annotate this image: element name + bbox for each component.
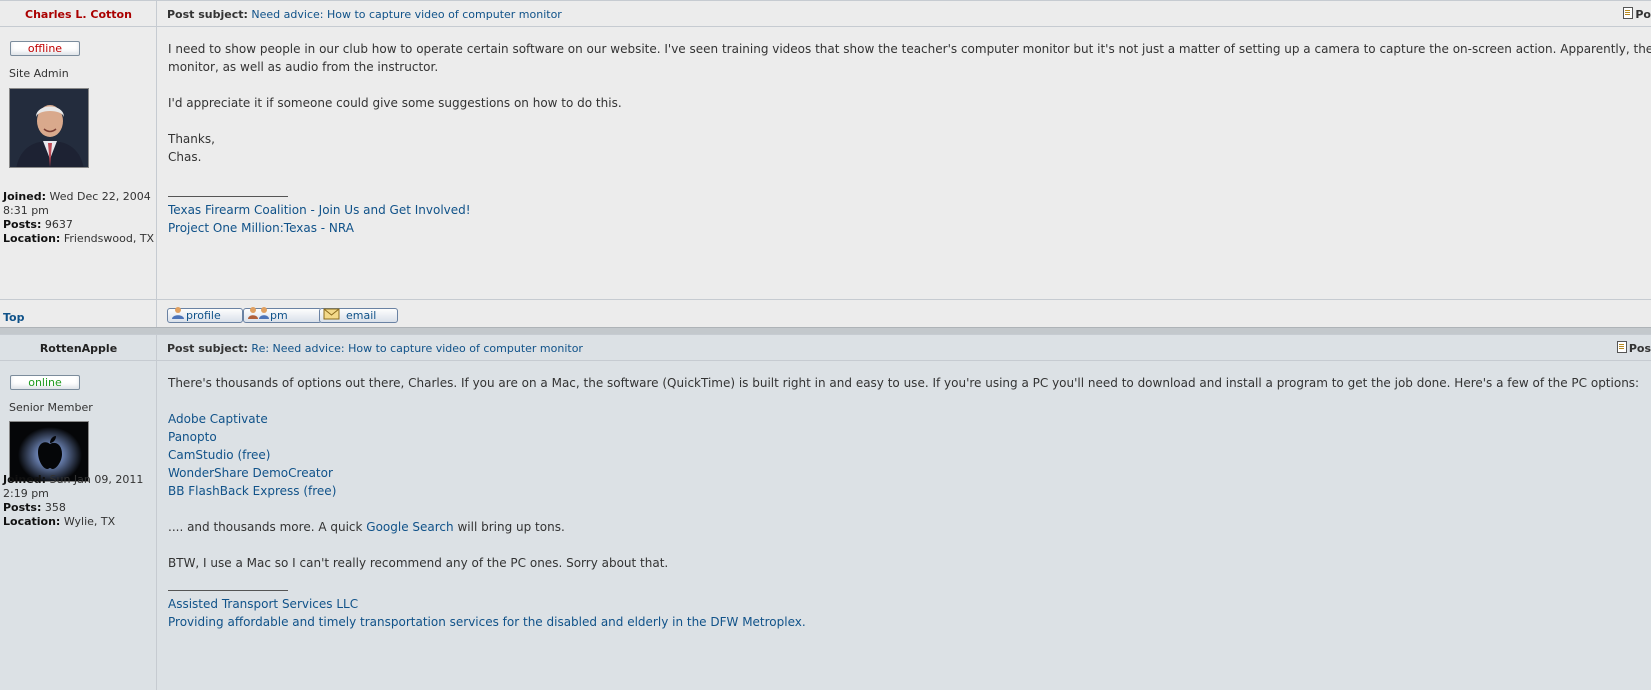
post-text: monitor, as well as audio from the instr… bbox=[168, 60, 439, 74]
post-2-post-button[interactable]: Pos bbox=[1616, 341, 1651, 355]
link-camstudio[interactable]: CamStudio (free) bbox=[168, 448, 270, 462]
post-1-footer: Top profile pm email bbox=[0, 299, 1651, 328]
joined-label: Joined: bbox=[3, 473, 46, 486]
link-google-search[interactable]: Google Search bbox=[366, 520, 453, 534]
link-panopto[interactable]: Panopto bbox=[168, 430, 217, 444]
signature-link[interactable]: Texas Firearm Coalition - Join Us and Ge… bbox=[168, 203, 471, 217]
post-subject-label: Post subject: bbox=[167, 342, 248, 355]
avatar bbox=[9, 88, 89, 168]
pm-button-label: pm bbox=[270, 309, 288, 322]
post-2-author[interactable]: RottenApple bbox=[0, 342, 157, 355]
post-text: There's thousands of options out there, … bbox=[168, 376, 1640, 390]
post-text: I need to show people in our club how to… bbox=[168, 42, 1651, 56]
user-icon bbox=[172, 307, 184, 319]
pm-button[interactable]: pm bbox=[243, 307, 322, 323]
signature-link[interactable]: Assisted Transport Services LLC bbox=[168, 597, 358, 611]
post-text: I'd appreciate it if someone could give … bbox=[168, 96, 622, 110]
location-value: Wylie, TX bbox=[63, 515, 116, 528]
location-label: Location: bbox=[3, 515, 61, 528]
post-2-profile-details: Joined: Sun Jan 09, 2011 2:19 pm Posts: … bbox=[3, 473, 143, 529]
post-text: Thanks, bbox=[168, 132, 215, 146]
link-wondershare-democreator[interactable]: WonderShare DemoCreator bbox=[168, 466, 333, 480]
post-text: .... and thousands more. A quick bbox=[168, 520, 367, 534]
post-separator bbox=[0, 327, 1651, 334]
joined-label: Joined: bbox=[3, 190, 46, 203]
profile-button-label: profile bbox=[186, 309, 221, 322]
post-subject-label: Post subject: bbox=[167, 8, 248, 21]
signature: Assisted Transport Services LLC Providin… bbox=[168, 590, 806, 631]
post-1-profile-details: Joined: Wed Dec 22, 2004 8:31 pm Posts: … bbox=[3, 190, 154, 246]
joined-time: 2:19 pm bbox=[3, 487, 49, 500]
post-text: Chas. bbox=[168, 150, 202, 164]
signature: Texas Firearm Coalition - Join Us and Ge… bbox=[168, 196, 471, 237]
signature-link[interactable]: Project One Million:Texas - NRA bbox=[168, 221, 354, 235]
link-bb-flashback-express[interactable]: BB FlashBack Express (free) bbox=[168, 484, 336, 498]
post-1-post-button[interactable]: Po bbox=[1623, 7, 1651, 21]
document-icon bbox=[1623, 7, 1634, 19]
avatar-portrait-image bbox=[10, 89, 88, 167]
post-text: will bring up tons. bbox=[453, 520, 565, 534]
envelope-icon bbox=[323, 308, 340, 320]
posts-label: Posts: bbox=[3, 218, 42, 231]
post-1-subject-link[interactable]: Need advice: How to capture video of com… bbox=[251, 8, 561, 21]
post-text: BTW, I use a Mac so I can't really recom… bbox=[168, 556, 669, 570]
status-badge: offline bbox=[10, 41, 80, 56]
location-value: Friendswood, TX bbox=[63, 232, 155, 245]
user-rank: Senior Member bbox=[9, 401, 93, 414]
users-icon bbox=[248, 307, 269, 319]
email-button[interactable]: email bbox=[319, 308, 398, 323]
status-badge: online bbox=[10, 375, 80, 390]
joined-time: 8:31 pm bbox=[3, 204, 49, 217]
user-rank: Site Admin bbox=[9, 67, 69, 80]
post-1: Charles L. Cotton Post subject: Need adv… bbox=[0, 0, 1651, 327]
post-1-body: I need to show people in our club how to… bbox=[168, 40, 1651, 237]
post-2-subject: Post subject: Re: Need advice: How to ca… bbox=[167, 342, 583, 355]
profile-button[interactable]: profile bbox=[167, 307, 243, 323]
post-button-label: Pos bbox=[1628, 342, 1651, 355]
post-1-subject: Post subject: Need advice: How to captur… bbox=[167, 8, 562, 21]
post-button-label: Po bbox=[1635, 8, 1651, 21]
top-link[interactable]: Top bbox=[3, 311, 24, 324]
document-icon bbox=[1616, 341, 1627, 353]
joined-date: Wed Dec 22, 2004 bbox=[49, 190, 151, 203]
location-label: Location: bbox=[3, 232, 61, 245]
signature-link[interactable]: Providing affordable and timely transpor… bbox=[168, 615, 806, 629]
posts-count: 9637 bbox=[44, 218, 73, 231]
link-adobe-captivate[interactable]: Adobe Captivate bbox=[168, 412, 268, 426]
joined-date: Sun Jan 09, 2011 bbox=[49, 473, 144, 486]
post-2-subject-link[interactable]: Re: Need advice: How to capture video of… bbox=[251, 342, 583, 355]
email-button-label: email bbox=[346, 309, 377, 322]
post-1-author[interactable]: Charles L. Cotton bbox=[0, 8, 157, 21]
post-2-body: There's thousands of options out there, … bbox=[168, 374, 1651, 631]
posts-label: Posts: bbox=[3, 501, 42, 514]
posts-count: 358 bbox=[44, 501, 66, 514]
post-2: RottenApple Post subject: Re: Need advic… bbox=[0, 334, 1651, 690]
